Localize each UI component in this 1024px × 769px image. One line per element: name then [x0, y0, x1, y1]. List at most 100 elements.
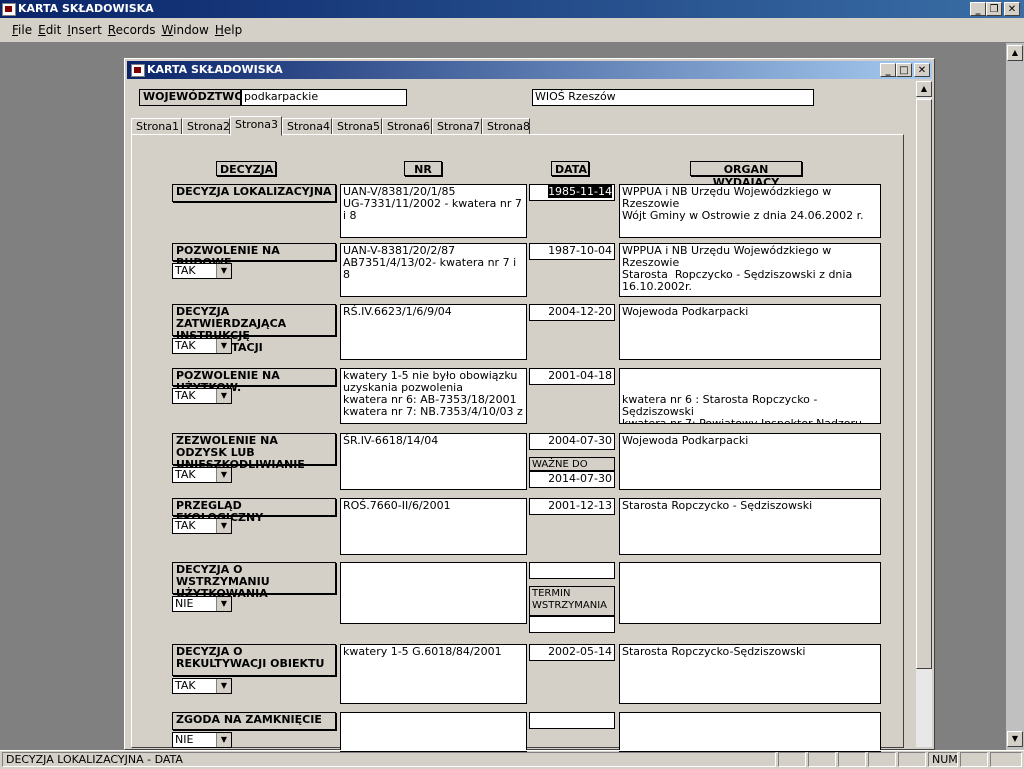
nr-field[interactable]: UAN-V/8381/20/1/85 UG-7331/11/2002 - kwa… [340, 184, 527, 238]
tab-strona1[interactable]: Strona1 [131, 118, 182, 135]
chevron-down-icon[interactable]: ▼ [216, 733, 231, 747]
combo-value: NIE [175, 733, 194, 746]
tab-strona6[interactable]: Strona6 [382, 118, 432, 135]
form-scrollbar[interactable]: ▲ [916, 81, 932, 747]
wios-field[interactable]: WIOŚ Rzeszów [532, 89, 814, 106]
restore-button[interactable]: ❐ [986, 2, 1002, 16]
status-text: DECYZJA LOKALIZACYJNA - DATA [2, 752, 776, 767]
sub-date-field[interactable]: 2014-07-30 [529, 471, 615, 488]
row-combo[interactable]: TAK ▼ [172, 467, 232, 483]
row-combo[interactable]: TAK ▼ [172, 518, 232, 534]
date-field[interactable]: 2004-12-20 [529, 304, 615, 321]
combo-value: TAK [175, 389, 196, 402]
combo-value: TAK [175, 339, 196, 352]
organ-field[interactable]: kwatera nr 6 : Starosta Ropczycko - Sędz… [619, 368, 881, 424]
status-panel-6 [960, 752, 988, 767]
app-title: KARTA SKŁADOWISKA [18, 2, 154, 15]
nr-field[interactable]: ŚR.IV-6618/14/04 [340, 433, 527, 490]
nr-field[interactable]: kwatery 1-5 nie było obowiązku uzyskania… [340, 368, 527, 424]
form-minimize-button[interactable]: _ [880, 63, 896, 77]
row-combo[interactable]: NIE ▼ [172, 596, 232, 612]
app-title-bar[interactable]: KARTA SKŁADOWISKA _ ❐ ✕ [0, 0, 1024, 18]
menu-item-file[interactable]: File [9, 20, 35, 37]
app-icon[interactable] [2, 3, 16, 16]
menu-bar: File Edit Insert Records Window Help [0, 20, 1024, 59]
workspace-scrollbar[interactable]: ▲ ▼ [1006, 43, 1024, 750]
form-scroll-thumb[interactable] [916, 99, 932, 669]
chevron-down-icon[interactable]: ▼ [216, 679, 231, 693]
nr-field[interactable]: RŚ.IV.6623/1/6/9/04 [340, 304, 527, 360]
date-value: 1987-10-04 [548, 244, 612, 257]
sub-date-field[interactable] [529, 616, 615, 633]
status-panel-1 [778, 752, 806, 767]
scroll-up-button[interactable]: ▲ [1007, 45, 1023, 61]
organ-field[interactable]: Starosta Ropczycko - Sędziszowski [619, 498, 881, 555]
tab-strona7[interactable]: Strona7 [432, 118, 482, 135]
row-combo[interactable]: TAK ▼ [172, 388, 232, 404]
organ-field[interactable]: Wojewoda Podkarpacki [619, 433, 881, 490]
nr-field[interactable]: UAN-V-8381/20/2/87 AB7351/4/13/02- kwate… [340, 243, 527, 297]
date-value: 2004-07-30 [548, 434, 612, 447]
tab-strona2[interactable]: Strona2 [182, 118, 230, 135]
date-field[interactable]: 2002-05-14 [529, 644, 615, 661]
tab-strona4[interactable]: Strona4 [282, 118, 332, 135]
row-combo[interactable]: TAK ▼ [172, 263, 232, 279]
menu-item-help[interactable]: Help [212, 20, 245, 37]
form-scroll-up-button[interactable]: ▲ [916, 81, 932, 97]
menu-item-edit[interactable]: Edit [35, 20, 64, 37]
combo-value: TAK [175, 519, 196, 532]
chevron-down-icon[interactable]: ▼ [216, 597, 231, 611]
column-header-nr: NR [404, 161, 442, 176]
menu-item-window[interactable]: Window [159, 20, 212, 37]
form-title-bar[interactable]: KARTA SKŁADOWISKA _ □ ✕ [127, 61, 932, 79]
date-field[interactable]: 2001-04-18 [529, 368, 615, 385]
scroll-down-button[interactable]: ▼ [1007, 731, 1023, 747]
row-label: POZWOLENIE NA BUDOWĘ [172, 243, 336, 269]
date-field[interactable]: 2004-07-30 [529, 433, 615, 450]
chevron-down-icon[interactable]: ▼ [216, 468, 231, 482]
date-value: 1985-11-14 [548, 185, 612, 198]
form-icon[interactable] [131, 64, 145, 77]
date-field[interactable] [529, 712, 615, 729]
chevron-down-icon[interactable]: ▼ [216, 339, 231, 353]
wojewodztwo-field[interactable]: podkarpackie [241, 89, 407, 106]
organ-field[interactable]: WPPUA i NB Urzędu Wojewódzkiego w Rzeszo… [619, 184, 881, 238]
row-combo[interactable]: NIE ▼ [172, 732, 232, 748]
tab-strona5[interactable]: Strona5 [332, 118, 382, 135]
combo-value: TAK [175, 468, 196, 481]
status-panel-3 [838, 752, 866, 767]
close-button[interactable]: ✕ [1004, 2, 1020, 16]
date-value: 2001-04-18 [548, 369, 612, 382]
date-value: 2002-05-14 [548, 645, 612, 658]
nr-field[interactable] [340, 712, 527, 752]
nr-field[interactable]: ROŚ.7660-II/6/2001 [340, 498, 527, 555]
form-close-button[interactable]: ✕ [914, 63, 930, 77]
nr-field[interactable] [340, 562, 527, 624]
form-maximize-button[interactable]: □ [896, 63, 912, 77]
minimize-button[interactable]: _ [970, 2, 986, 16]
organ-field[interactable] [619, 562, 881, 624]
organ-field[interactable] [619, 712, 881, 752]
column-header-decyzja: DECYZJA [216, 161, 276, 176]
tab-strona8[interactable]: Strona8 [482, 118, 530, 135]
date-field[interactable]: 1987-10-04 [529, 243, 615, 260]
tab-strona3[interactable]: Strona3 [230, 116, 282, 136]
row-combo[interactable]: TAK ▼ [172, 338, 232, 354]
organ-field[interactable]: Starosta Ropczycko-Sędziszowski [619, 644, 881, 704]
sub-label: TERMIN WSTRZYMANIA [529, 586, 615, 616]
menu-item-records[interactable]: Records [105, 20, 159, 37]
date-field[interactable] [529, 562, 615, 579]
date-field[interactable]: 1985-11-14 [529, 184, 615, 201]
chevron-down-icon[interactable]: ▼ [216, 389, 231, 403]
date-field[interactable]: 2001-12-13 [529, 498, 615, 515]
row-combo[interactable]: TAK ▼ [172, 678, 232, 694]
row-label: DECYZJA O REKULTYWACJI OBIEKTU [172, 644, 336, 676]
organ-field[interactable]: Wojewoda Podkarpacki [619, 304, 881, 360]
row-label: PRZEGLĄD EKOLOGICZNY [172, 498, 336, 524]
chevron-down-icon[interactable]: ▼ [216, 519, 231, 533]
chevron-down-icon[interactable]: ▼ [216, 264, 231, 278]
organ-field[interactable]: WPPUA i NB Urzędu Wojewódzkiego w Rzeszo… [619, 243, 881, 297]
combo-value: NIE [175, 597, 194, 610]
nr-field[interactable]: kwatery 1-5 G.6018/84/2001 [340, 644, 527, 704]
menu-item-insert[interactable]: Insert [64, 20, 104, 37]
